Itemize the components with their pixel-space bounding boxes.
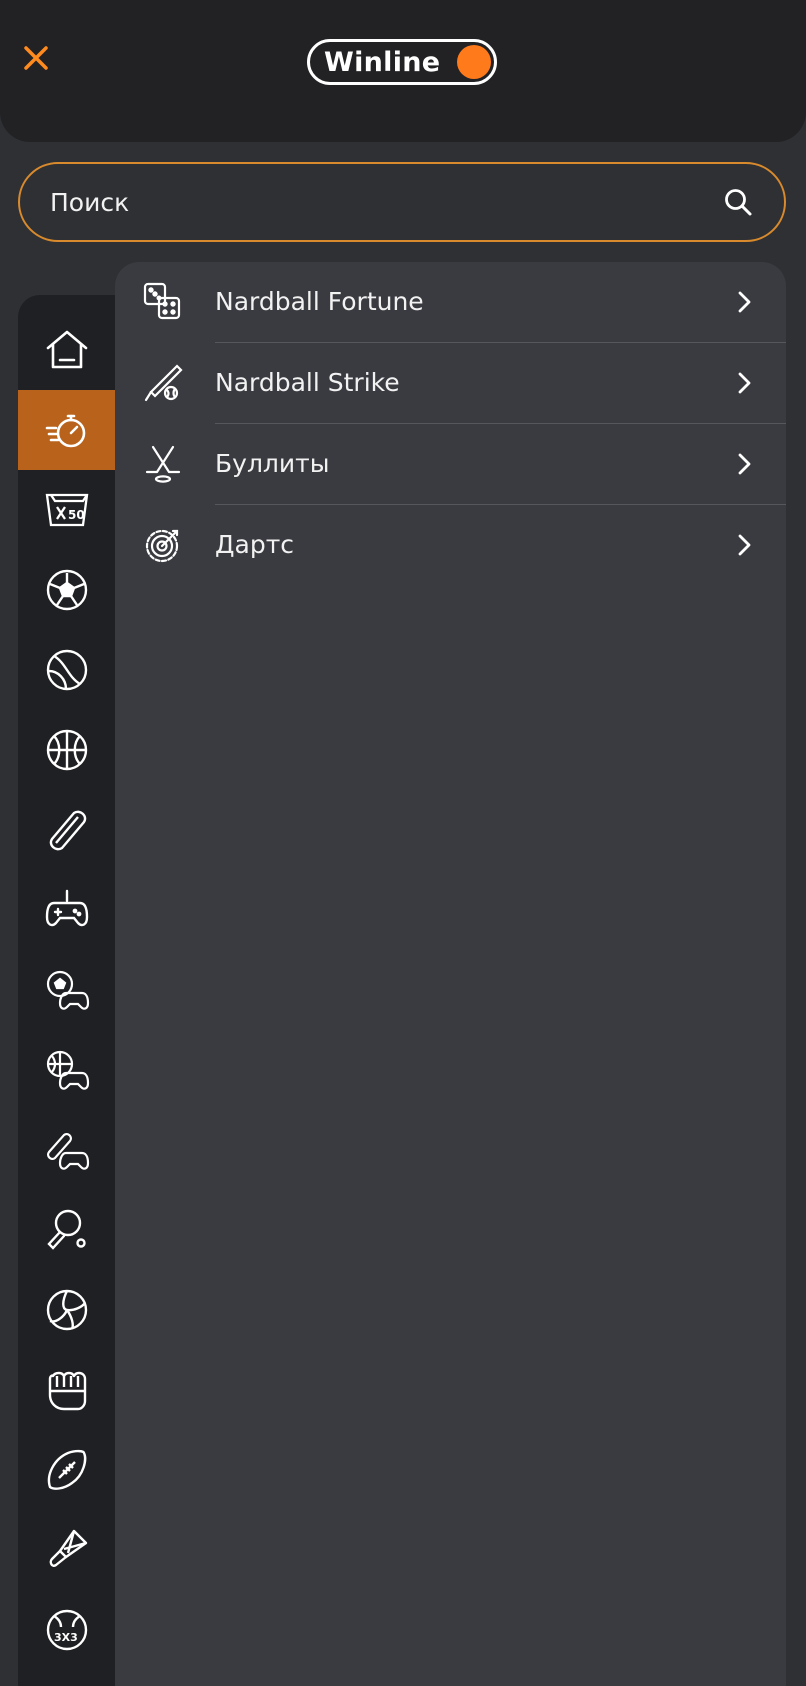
stopwatch-icon xyxy=(45,414,85,448)
boxing-glove-icon xyxy=(48,1371,86,1411)
sidebar-item-table-tennis[interactable] xyxy=(18,1190,115,1270)
x50-icon: 50 xyxy=(45,493,88,527)
sport-sidebar: 50 3X3 xyxy=(18,295,115,1686)
sidebar-item-badminton[interactable] xyxy=(18,1510,115,1590)
logo-dot xyxy=(457,45,491,79)
sidebar-item-tennis[interactable] xyxy=(18,630,115,710)
sidebar-item-home[interactable] xyxy=(18,310,115,390)
close-icon xyxy=(24,46,48,70)
sidebar-item-x50[interactable]: 50 xyxy=(18,470,115,550)
winline-logo: Winline xyxy=(307,39,497,85)
sidebar-item-esports-basketball[interactable] xyxy=(18,1030,115,1110)
sport-menu-panel: Nardball Fortune Nardball Strike Буллиты xyxy=(115,262,786,1686)
logo-text: Winline xyxy=(324,46,441,78)
hockey-puck-icon xyxy=(49,810,86,851)
sidebar-item-esports-football[interactable] xyxy=(18,950,115,1030)
sidebar-item-american-football[interactable] xyxy=(18,1430,115,1510)
app-header: Winline xyxy=(0,0,806,142)
american-football-icon xyxy=(47,1449,86,1490)
search-bar xyxy=(18,162,786,242)
home-icon xyxy=(46,330,87,369)
menu-item-label: Nardball Fortune xyxy=(215,287,424,316)
gamepad-icon xyxy=(45,889,88,927)
close-button[interactable] xyxy=(18,40,54,76)
hockey-sticks-icon xyxy=(143,444,183,484)
sidebar-item-boxing[interactable] xyxy=(18,1350,115,1430)
svg-text:3X3: 3X3 xyxy=(54,1631,78,1644)
chevron-right-icon xyxy=(738,534,751,556)
esports-hockey-icon xyxy=(46,1133,89,1170)
menu-item-label: Буллиты xyxy=(215,449,330,478)
sidebar-item-volleyball[interactable] xyxy=(18,1270,115,1350)
search-icon[interactable] xyxy=(718,182,758,222)
menu-item-darts[interactable]: Дартс xyxy=(115,505,786,585)
search-input[interactable] xyxy=(20,163,718,241)
volleyball-icon xyxy=(46,1289,87,1331)
sidebar-item-football[interactable] xyxy=(18,550,115,630)
sidebar-item-basketball-3x3[interactable]: 3X3 xyxy=(18,1590,115,1670)
sidebar-item-live[interactable] xyxy=(18,390,115,470)
bat-ball-icon xyxy=(143,363,183,403)
dice-icon xyxy=(143,282,183,322)
chevron-right-icon xyxy=(738,372,751,394)
menu-item-label: Дартс xyxy=(215,530,295,559)
basketball-3x3-icon: 3X3 xyxy=(46,1609,87,1651)
sidebar-item-esports-hockey[interactable] xyxy=(18,1110,115,1190)
menu-item-label: Nardball Strike xyxy=(215,368,400,397)
svg-text:50: 50 xyxy=(68,508,85,522)
sidebar-item-hockey[interactable] xyxy=(18,790,115,870)
menu-item-shootouts[interactable]: Буллиты xyxy=(115,424,786,504)
chevron-right-icon xyxy=(738,453,751,475)
sidebar-item-basketball[interactable] xyxy=(18,710,115,790)
tennis-ball-icon xyxy=(46,649,87,691)
basketball-icon xyxy=(46,729,87,771)
menu-item-nardball-fortune[interactable]: Nardball Fortune xyxy=(115,262,786,342)
menu-item-nardball-strike[interactable]: Nardball Strike xyxy=(115,343,786,423)
dartboard-icon xyxy=(143,525,183,565)
table-tennis-icon xyxy=(46,1209,86,1250)
esports-soccer-icon xyxy=(46,970,89,1010)
sidebar-item-esports[interactable] xyxy=(18,870,115,950)
soccer-ball-icon xyxy=(46,569,87,611)
esports-basketball-icon xyxy=(46,1050,89,1090)
badminton-icon xyxy=(49,1529,87,1567)
chevron-right-icon xyxy=(738,291,751,313)
